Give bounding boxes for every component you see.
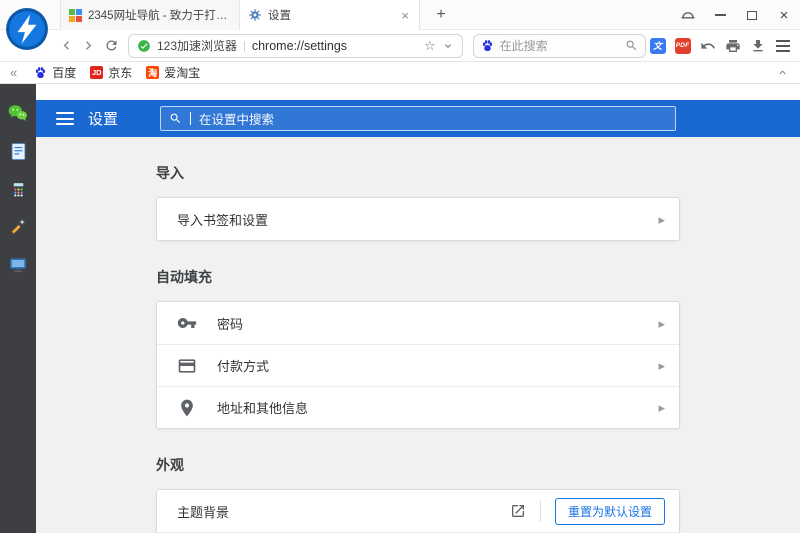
back-button[interactable]	[56, 35, 77, 56]
search-icon	[169, 112, 182, 125]
row-label: 导入书签和设置	[177, 210, 268, 229]
text-cursor	[190, 112, 191, 125]
settings-search-input[interactable]: 在设置中搜索	[160, 106, 676, 131]
row-import-bookmarks-settings[interactable]: 导入书签和设置 ▸	[157, 198, 679, 240]
address-dropdown-icon[interactable]	[442, 40, 454, 52]
bookmark-label: 京东	[108, 64, 132, 81]
minimize-button[interactable]	[712, 7, 728, 23]
maximize-button[interactable]	[744, 7, 760, 23]
chevron-right-icon: ▸	[658, 401, 665, 414]
row-label: 主题背景	[177, 502, 229, 521]
tab-settings[interactable]: 设置 ×	[240, 0, 420, 30]
taobao-icon: 淘	[146, 66, 159, 79]
search-icon[interactable]	[625, 39, 638, 52]
browser-window: 2345网址导航 - 致力于打造百年 设置	[0, 0, 800, 533]
key-icon	[177, 313, 197, 333]
address-bar[interactable]: 123加速浏览器 | chrome://settings ☆	[128, 34, 463, 58]
address-separator: |	[243, 40, 246, 52]
gear-icon	[248, 8, 262, 22]
search-placeholder: 在此搜索	[500, 37, 619, 54]
settings-menu-icon[interactable]	[56, 112, 74, 125]
undo-icon[interactable]	[696, 34, 719, 57]
row-label: 付款方式	[217, 356, 269, 375]
lightning-logo-icon	[5, 7, 49, 51]
open-in-new-icon	[510, 503, 526, 519]
toolbar-search-input[interactable]: 在此搜索	[473, 34, 646, 58]
autofill-card: 密码 ▸ 付款方式 ▸ 地址和其他信息	[156, 301, 680, 429]
jd-icon: JD	[90, 66, 103, 79]
page-top-gap	[36, 84, 800, 100]
skin-hat-icon[interactable]	[680, 7, 696, 23]
browser-logo[interactable]	[5, 7, 49, 51]
site-safe-icon	[137, 39, 151, 53]
collapse-sidebar-icon[interactable]: «	[10, 66, 17, 79]
forward-button[interactable]	[79, 35, 100, 56]
translate-icon[interactable]: 文	[646, 34, 669, 57]
row-label: 地址和其他信息	[217, 398, 308, 417]
page-title: 设置	[88, 108, 118, 129]
tab-label: 设置	[268, 7, 393, 23]
screenshot-monitor-icon[interactable]	[7, 254, 29, 276]
bookmark-jd[interactable]: JD 京东	[83, 62, 139, 84]
row-label: 密码	[217, 314, 243, 333]
menu-icon[interactable]	[771, 34, 794, 57]
document-icon[interactable]	[7, 140, 29, 162]
appearance-card: 主题背景 重置为默认设置 显示“主页”按钮	[156, 489, 680, 533]
refresh-button[interactable]	[101, 35, 122, 56]
wechat-icon[interactable]	[7, 102, 29, 124]
toolbar-actions: 文 PDF	[646, 34, 794, 57]
divider	[540, 500, 541, 522]
reset-theme-button[interactable]: 重置为默认设置	[555, 498, 665, 525]
bookmarks-bar: « 百度 JD 京东 淘 爱淘宝	[0, 62, 800, 84]
tab-2345-nav[interactable]: 2345网址导航 - 致力于打造百年	[60, 0, 240, 30]
chevron-right-icon: ▸	[658, 317, 665, 330]
baidu-icon	[34, 66, 47, 79]
bookmark-label: 百度	[52, 64, 76, 81]
section-title-autofill: 自动填充	[156, 241, 680, 301]
tab-label: 2345网址导航 - 致力于打造百年	[88, 7, 231, 23]
location-pin-icon	[177, 398, 197, 418]
settings-page: 设置 在设置中搜索 导入 导入书签和设置 ▸ 自动填充	[36, 84, 800, 533]
row-payment-methods[interactable]: 付款方式 ▸	[157, 344, 679, 386]
left-sidebar	[0, 84, 36, 533]
baidu-icon	[481, 39, 494, 52]
bookmark-label: 爱淘宝	[164, 64, 200, 81]
settings-header: 设置 在设置中搜索	[36, 100, 800, 137]
titlebar: 2345网址导航 - 致力于打造百年 设置	[0, 0, 800, 30]
2345-favicon	[69, 9, 82, 22]
calculator-icon[interactable]	[7, 178, 29, 200]
row-addresses[interactable]: 地址和其他信息 ▸	[157, 386, 679, 428]
address-url: chrome://settings	[252, 39, 347, 53]
printer-icon[interactable]	[721, 34, 744, 57]
settings-search-placeholder: 在设置中搜索	[199, 109, 274, 128]
download-icon[interactable]	[746, 34, 769, 57]
bookmark-baidu[interactable]: 百度	[27, 62, 83, 84]
notes-pen-icon[interactable]	[7, 216, 29, 238]
section-title-appearance: 外观	[156, 429, 680, 489]
chevron-right-icon: ▸	[658, 359, 665, 372]
toolbar: 123加速浏览器 | chrome://settings ☆ 在此搜索	[0, 30, 800, 62]
bookmark-aitaobao[interactable]: 淘 爱淘宝	[139, 62, 207, 84]
row-theme[interactable]: 主题背景 重置为默认设置	[157, 490, 679, 532]
bookmark-star-icon[interactable]: ☆	[424, 39, 436, 52]
chevron-right-icon: ▸	[658, 213, 665, 226]
import-card: 导入书签和设置 ▸	[156, 197, 680, 241]
window-controls: ×	[680, 0, 792, 30]
section-title-import: 导入	[156, 137, 680, 197]
close-window-button[interactable]: ×	[776, 7, 792, 23]
credit-card-icon	[177, 356, 197, 376]
chevron-up-icon[interactable]	[772, 63, 792, 83]
pdf-icon[interactable]: PDF	[671, 34, 694, 57]
row-passwords[interactable]: 密码 ▸	[157, 302, 679, 344]
close-tab-icon[interactable]: ×	[399, 9, 411, 22]
settings-content[interactable]: 导入 导入书签和设置 ▸ 自动填充 密码 ▸	[36, 137, 800, 533]
new-tab-button[interactable]: +	[430, 5, 452, 25]
site-name: 123加速浏览器	[157, 37, 237, 54]
